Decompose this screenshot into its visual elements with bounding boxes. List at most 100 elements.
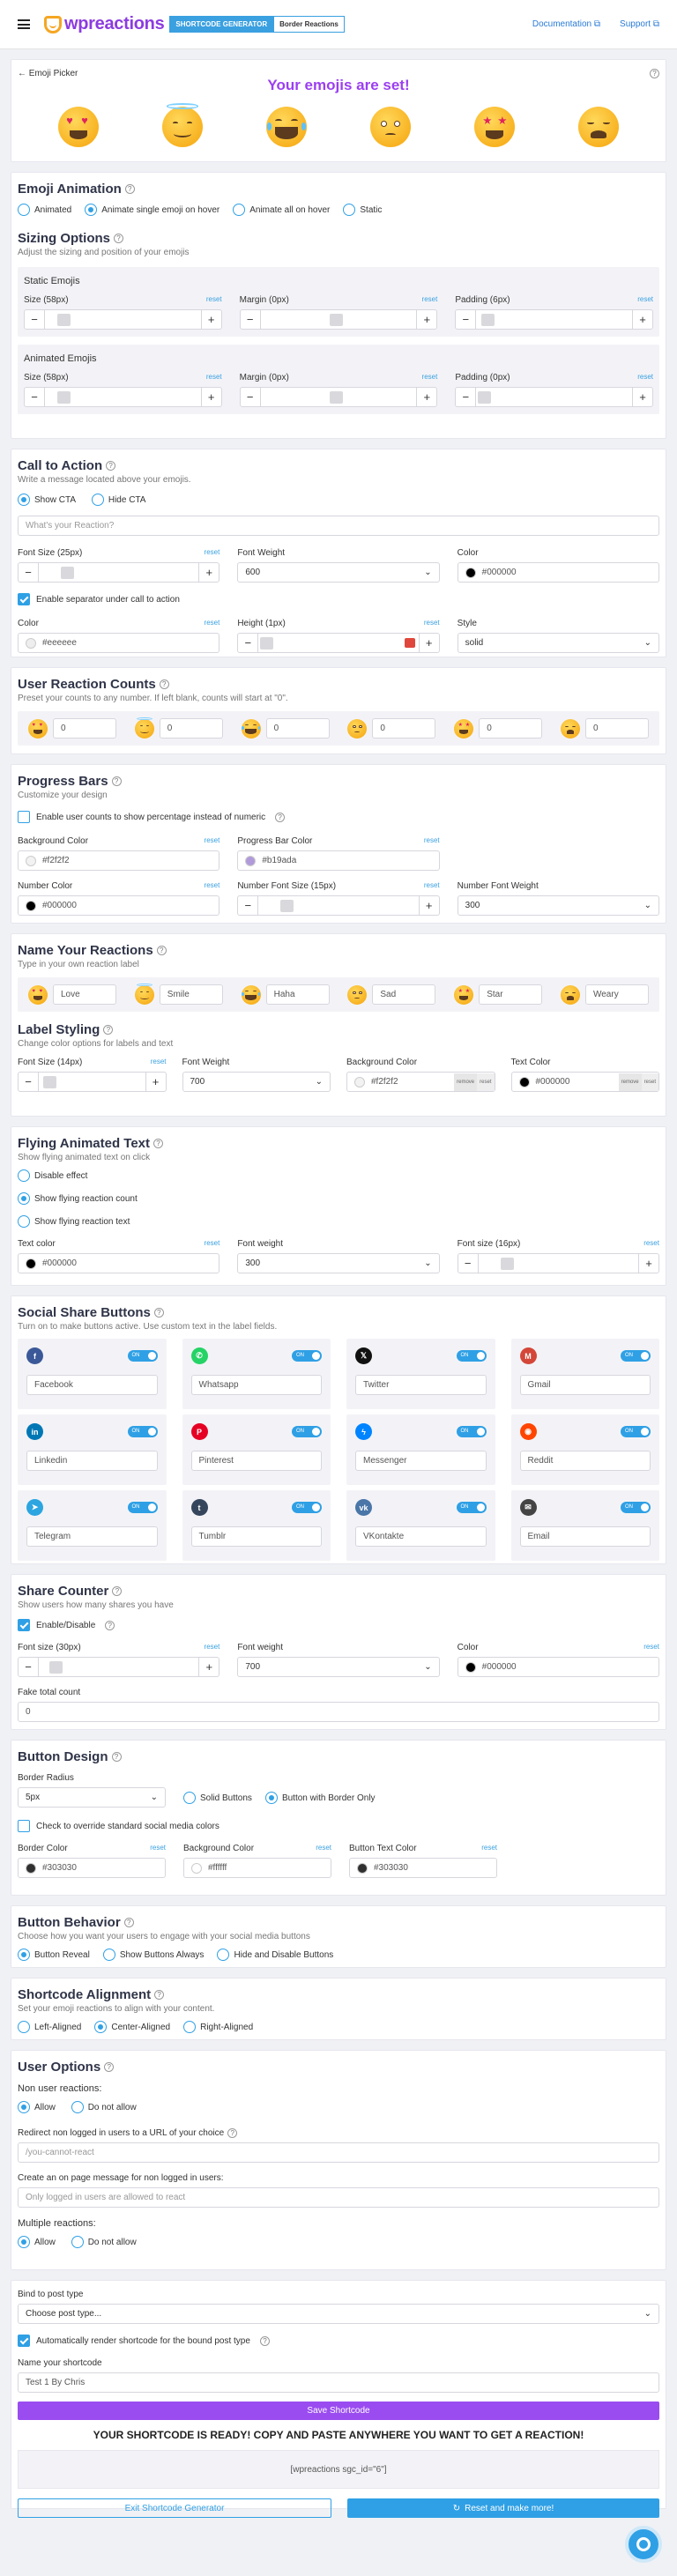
share-color-input[interactable]: #000000 — [457, 1657, 659, 1677]
flying-radio-2[interactable]: Show flying reaction count — [18, 1192, 138, 1205]
hide-cta-radio[interactable]: Hide CTA — [91, 494, 145, 506]
non-user-allow-radio[interactable]: Allow — [18, 2101, 56, 2113]
non-user-message-input[interactable]: Only logged in users are allowed to reac… — [18, 2187, 659, 2208]
shortcode-name-input[interactable]: Test 1 By Chris — [18, 2372, 659, 2393]
reaction-count-input[interactable]: 0 — [159, 718, 223, 739]
reaction-count-input[interactable]: 0 — [372, 718, 436, 739]
static-size-stepper[interactable]: − + — [24, 309, 222, 330]
reaction-count-input[interactable]: 0 — [53, 718, 116, 739]
share-font-size-stepper[interactable]: − + — [18, 1657, 220, 1677]
border-buttons-radio[interactable]: Button with Border Only — [264, 1792, 376, 1804]
social-label-input[interactable]: Telegram — [26, 1526, 158, 1547]
social-label-input[interactable]: Reddit — [519, 1451, 651, 1471]
alignment-radio-2[interactable]: Center-Aligned — [94, 2021, 170, 2033]
flying-radio-1[interactable]: Disable effect — [18, 1169, 87, 1182]
flying-font-size-stepper[interactable]: − + — [457, 1253, 659, 1273]
percentage-checkbox[interactable]: Enable user counts to show percentage in… — [18, 811, 286, 823]
social-label-input[interactable]: Linkedin — [26, 1451, 158, 1471]
separator-checkbox[interactable]: Enable separator under call to action — [18, 593, 180, 605]
animation-radio-1[interactable]: Animated — [18, 204, 71, 216]
animated-size-stepper[interactable]: − + — [24, 387, 222, 407]
help-beacon-icon[interactable] — [625, 2526, 662, 2563]
social-toggle[interactable]: ON — [456, 1350, 487, 1362]
animation-radio-3[interactable]: Animate all on hover — [233, 204, 330, 216]
behavior-radio-2[interactable]: Show Buttons Always — [102, 1949, 204, 1961]
reaction-label-input[interactable]: Star — [479, 984, 543, 1005]
social-label-input[interactable]: Twitter — [355, 1375, 487, 1395]
cta-text-input[interactable]: What's your Reaction? — [18, 516, 659, 536]
social-toggle[interactable]: ON — [127, 1426, 158, 1437]
multiple-disallow-radio[interactable]: Do not allow — [71, 2236, 137, 2248]
social-toggle[interactable]: ON — [621, 1350, 651, 1362]
remove-button[interactable]: remove — [454, 1073, 478, 1091]
weary-emoji-icon[interactable] — [578, 107, 619, 147]
alignment-radio-1[interactable]: Left-Aligned — [18, 2021, 81, 2033]
share-counter-enable-checkbox[interactable]: Enable/Disable? — [18, 1619, 115, 1631]
behavior-radio-1[interactable]: Button Reveal — [18, 1949, 90, 1961]
menu-icon[interactable] — [18, 19, 30, 29]
social-label-input[interactable]: Facebook — [26, 1375, 158, 1395]
back-to-emoji-picker[interactable]: ← Emoji Picker — [18, 69, 78, 78]
shortcode-output[interactable]: [wpreactions sgc_id="6"] — [18, 2450, 659, 2489]
number-font-weight-select[interactable]: 300 ⌄ — [457, 895, 659, 916]
animation-radio-2[interactable]: Animate single emoji on hover — [85, 204, 219, 216]
social-toggle[interactable]: ON — [292, 1502, 322, 1513]
flying-text-color-input[interactable]: #000000 — [18, 1253, 220, 1273]
social-label-input[interactable]: Whatsapp — [190, 1375, 322, 1395]
reaction-count-input[interactable]: 0 — [265, 718, 330, 739]
override-colors-checkbox[interactable]: Check to override standard social media … — [18, 1820, 219, 1832]
social-label-input[interactable]: Tumblr — [190, 1526, 322, 1547]
share-font-weight-select[interactable]: 700 ⌄ — [237, 1657, 440, 1677]
social-toggle[interactable]: ON — [456, 1502, 487, 1513]
cta-font-size-stepper[interactable]: − + — [18, 562, 220, 583]
label-font-size-stepper[interactable]: − + — [18, 1072, 167, 1092]
help-icon[interactable]: ? — [650, 69, 659, 78]
behavior-radio-3[interactable]: Hide and Disable Buttons — [217, 1949, 333, 1961]
show-cta-radio[interactable]: Show CTA — [18, 494, 76, 506]
separator-style-select[interactable]: solid ⌄ — [457, 633, 659, 653]
animated-padding-stepper[interactable]: − + — [455, 387, 653, 407]
reset-link[interactable]: reset — [206, 295, 222, 305]
sad-emoji-icon[interactable] — [370, 107, 411, 147]
social-label-input[interactable]: Pinterest — [190, 1451, 322, 1471]
remove-button[interactable]: remove — [618, 1073, 642, 1091]
static-padding-stepper[interactable]: − + — [455, 309, 653, 330]
reaction-label-input[interactable]: Sad — [372, 984, 436, 1005]
redirect-url-input[interactable]: /you-cannot-react — [18, 2142, 659, 2163]
love-emoji-icon[interactable]: ♥ ♥ — [58, 107, 99, 147]
fake-total-count-input[interactable]: 0 — [18, 1702, 659, 1722]
static-margin-stepper[interactable]: − + — [239, 309, 438, 330]
smile-emoji-icon[interactable] — [162, 103, 203, 147]
social-label-input[interactable]: VKontakte — [355, 1526, 487, 1547]
alignment-radio-3[interactable]: Right-Aligned — [183, 2021, 253, 2033]
social-toggle[interactable]: ON — [127, 1502, 158, 1513]
label-font-weight-select[interactable]: 700 ⌄ — [182, 1072, 331, 1092]
non-user-disallow-radio[interactable]: Do not allow — [71, 2101, 137, 2113]
separator-height-stepper[interactable]: − + — [237, 633, 440, 653]
exit-generator-button[interactable]: Exit Shortcode Generator — [18, 2498, 331, 2518]
animation-radio-4[interactable]: Static — [343, 204, 382, 216]
flying-radio-3[interactable]: Show flying reaction text — [18, 1215, 130, 1228]
reaction-label-input[interactable]: Love — [53, 984, 116, 1005]
auto-render-checkbox[interactable]: Automatically render shortcode for the b… — [18, 2335, 270, 2347]
progress-bg-color-input[interactable]: #f2f2f2 — [18, 850, 220, 871]
number-font-size-stepper[interactable]: − + — [237, 895, 440, 916]
cta-color-input[interactable]: #000000 — [457, 562, 659, 583]
social-label-input[interactable]: Email — [519, 1526, 651, 1547]
haha-emoji-icon[interactable] — [266, 107, 307, 147]
reaction-count-input[interactable]: 0 — [479, 718, 543, 739]
animated-margin-stepper[interactable]: − + — [239, 387, 438, 407]
save-shortcode-button[interactable]: Save Shortcode — [18, 2402, 659, 2420]
flying-font-weight-select[interactable]: 300 ⌄ — [237, 1253, 440, 1273]
social-toggle[interactable]: ON — [456, 1426, 487, 1437]
border-radius-select[interactable]: 5px ⌄ — [18, 1787, 166, 1808]
reset-make-more-button[interactable]: ↻ Reset and make more! — [347, 2498, 659, 2518]
progress-bar-color-input[interactable]: #b19ada — [237, 850, 440, 871]
social-toggle[interactable]: ON — [292, 1426, 322, 1437]
support-link[interactable]: Support ⧉ — [620, 19, 659, 29]
reset-button[interactable]: reset — [477, 1073, 495, 1091]
number-color-input[interactable]: #000000 — [18, 895, 220, 916]
star-emoji-icon[interactable]: ★ ★ — [474, 107, 515, 147]
reaction-label-input[interactable]: Smile — [159, 984, 223, 1005]
post-type-select[interactable]: Choose post type... ⌄ — [18, 2304, 659, 2324]
